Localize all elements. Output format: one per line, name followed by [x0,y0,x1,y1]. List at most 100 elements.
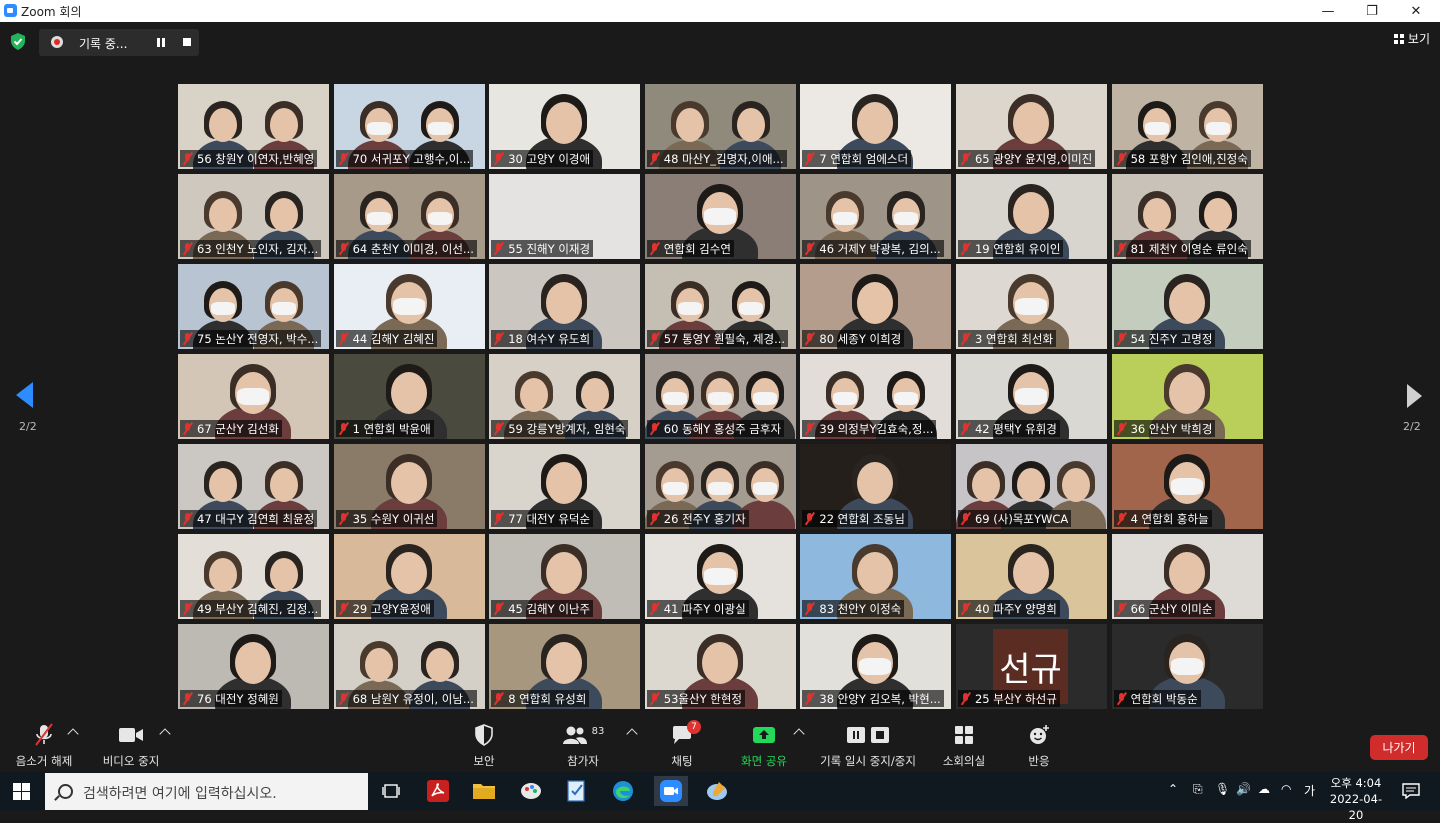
participant-tile[interactable]: 1 연합회 박윤애 [333,354,485,439]
participant-tile[interactable]: 75 논산Y 전영자, 박수... [178,264,329,349]
participant-tile[interactable]: 47 대구Y 김연희 최윤정 [178,444,329,529]
ime-indicator[interactable]: 가 [1304,782,1315,799]
encryption-shield-icon[interactable] [10,33,26,50]
participant-tile[interactable]: 19 연합회 유이인 [955,174,1107,259]
view-button[interactable]: 보기 [1393,30,1430,47]
maximize-button[interactable]: ❐ [1350,0,1394,22]
participant-tile[interactable]: 4 연합회 홍하늘 [1111,444,1263,529]
participant-tile[interactable]: 55 진해Y 이재경 [489,174,641,259]
participants-options-chevron-icon[interactable] [626,728,638,740]
stop-video-button[interactable]: 비디오 중지 [98,720,164,772]
face-mask [237,388,269,405]
participant-tile[interactable]: 60 동해Y 홍성주 금후자 [644,354,796,439]
participant-tile[interactable]: 42 평택Y 유휘경 [955,354,1107,439]
participant-name: 연합회 박동순 [1130,691,1198,706]
show-hidden-icons-chevron-icon[interactable]: ⌃ [1168,782,1178,796]
participant-tile[interactable]: 68 남원Y 유정이, 이남... [333,624,485,709]
task-view-icon[interactable] [376,776,406,806]
participant-tile[interactable]: 49 부산Y 김혜진, 김정... [178,534,329,619]
volume-icon[interactable]: 🔊 [1236,782,1251,796]
participant-tile[interactable]: 44 김해Y 김혜진 [333,264,485,349]
participant-tile[interactable]: 76 대전Y 정혜원 [178,624,329,709]
participant-tile[interactable]: 38 안양Y 김오복, 박현... [800,624,952,709]
participant-tile[interactable]: 59 강릉Y방계자, 임현숙 [489,354,641,439]
participant-tile[interactable]: 29 고양Y윤정애 [333,534,485,619]
share-screen-button[interactable]: 화면 공유 [738,720,790,772]
participant-tile[interactable]: 7 연합회 엄에스더 [800,84,952,169]
stop-recording-icon[interactable] [183,38,191,46]
participant-tile[interactable]: 18 여수Y 유도희 [489,264,641,349]
share-options-chevron-icon[interactable] [793,728,805,740]
chat-button[interactable]: 7 채팅 [664,720,701,772]
participant-tile[interactable]: 40 파주Y 양명희 [955,534,1107,619]
minimize-button[interactable]: — [1306,0,1350,22]
participant-tile[interactable]: 연합회 박동순 [1111,624,1263,709]
unmute-button[interactable]: 음소거 해제 [12,720,76,772]
windows-start-icon[interactable] [13,783,30,800]
onedrive-cloud-icon[interactable]: ☁ [1258,782,1270,796]
participant-face [546,462,583,504]
participant-tile[interactable]: 67 군산Y 김선화 [178,354,329,439]
meet-now-icon[interactable]: ⎘ [1193,782,1203,797]
participant-tile[interactable]: 39 의정부Y김효숙,정... [800,354,952,439]
acrobat-reader-icon[interactable] [423,776,453,806]
taskbar-search-box[interactable]: 검색하려면 여기에 입력하십시오. [45,773,368,810]
participant-tile[interactable]: 45 김해Y 이난주 [489,534,641,619]
security-button[interactable]: 보안 [464,720,504,772]
paint-3d-icon[interactable] [702,776,732,806]
participant-tile[interactable]: 81 제천Y 이영순 류인숙 [1111,174,1263,259]
participant-tile[interactable]: 56 창원Y 이연자,반혜영 [178,84,329,169]
muted-mic-icon [960,332,972,345]
microphone-tray-icon[interactable]: 🎙 [1215,782,1230,796]
participant-tile[interactable]: 41 파주Y 이광실 [644,534,796,619]
participant-tile[interactable]: 64 춘천Y 이미경, 이선... [333,174,485,259]
page-indicator-right: 2/2 [1403,420,1421,433]
leave-meeting-button[interactable]: 나가기 [1370,735,1428,760]
participant-tile[interactable]: 26 전주Y 홍기자 [644,444,796,529]
participant-tile[interactable]: 69 (사)목포YWCA [955,444,1107,529]
pause-recording-icon[interactable] [157,38,165,47]
network-wifi-icon[interactable]: ◠ [1281,782,1291,796]
participant-tile[interactable]: 54 진주Y 고명정 [1111,264,1263,349]
notifications-icon[interactable] [1396,776,1426,806]
participant-tile[interactable]: 80 세종Y 이희경 [800,264,952,349]
participant-tile[interactable]: 70 서귀포Y 고행수,이... [333,84,485,169]
participant-tile[interactable]: 8 연합회 유성희 [489,624,641,709]
participant-tile[interactable]: 30 고양Y 이경애 [489,84,641,169]
participant-tile[interactable]: 83 천안Y 이정숙 [800,534,952,619]
participant-tile[interactable]: 58 포항Y 김인애,진정숙 [1111,84,1263,169]
edge-browser-icon[interactable] [608,776,638,806]
participant-tile[interactable]: 35 수원Y 이귀선 [333,444,485,529]
zoom-taskbar-icon[interactable] [654,776,688,806]
participant-tile[interactable]: 66 군산Y 이미순 [1111,534,1263,619]
participant-tile[interactable]: 연합회 김수연 [644,174,796,259]
notepad-app-icon[interactable] [562,776,592,806]
participant-tile[interactable]: 65 광양Y 윤지영,이미진 [955,84,1107,169]
participant-tile[interactable]: 36 안산Y 박희경 [1111,354,1263,439]
participant-tile[interactable]: 57 통영Y 원필숙, 제경... [644,264,796,349]
system-clock[interactable]: 오후 4:04 2022-04-20 [1325,775,1387,823]
participants-button[interactable]: 83 참가자 [558,720,608,772]
participant-tile[interactable]: 48 마산Y_김명자,이애... [644,84,796,169]
muted-mic-icon [960,692,972,705]
participant-face [1012,192,1049,234]
previous-page-arrow-icon[interactable] [16,382,33,408]
participant-tile[interactable]: 53울산Y 한현정 [644,624,796,709]
next-page-arrow-icon[interactable] [1407,384,1422,408]
participant-name: 41 파주Y 이광실 [663,601,746,616]
paint-app-icon[interactable] [516,776,546,806]
file-explorer-icon[interactable] [469,776,499,806]
participant-tile[interactable]: 63 인천Y 노인자, 김자... [178,174,329,259]
participant-tile[interactable]: 22 연합회 조동님 [800,444,952,529]
breakout-rooms-button[interactable]: 소회의실 [940,720,988,772]
participant-tile[interactable]: 46 거제Y 박광복, 김의... [800,174,952,259]
muted-mic-icon [649,512,661,525]
participant-tile[interactable]: 선규 25 부산Y 하선규 [955,624,1107,709]
participant-tile[interactable]: 77 대전Y 유덕순 [489,444,641,529]
close-button[interactable]: ✕ [1394,0,1438,22]
participant-tile[interactable]: 3 연합회 최선화 [955,264,1107,349]
pause-stop-recording-button[interactable]: 기록 일시 중지/중지 [818,720,918,772]
participant-name-bar: 81 제천Y 이영순 류인숙 [1113,240,1251,257]
participant-name: 56 창원Y 이연자,반혜영 [197,151,315,166]
reactions-button[interactable]: 반응 [1022,720,1056,772]
